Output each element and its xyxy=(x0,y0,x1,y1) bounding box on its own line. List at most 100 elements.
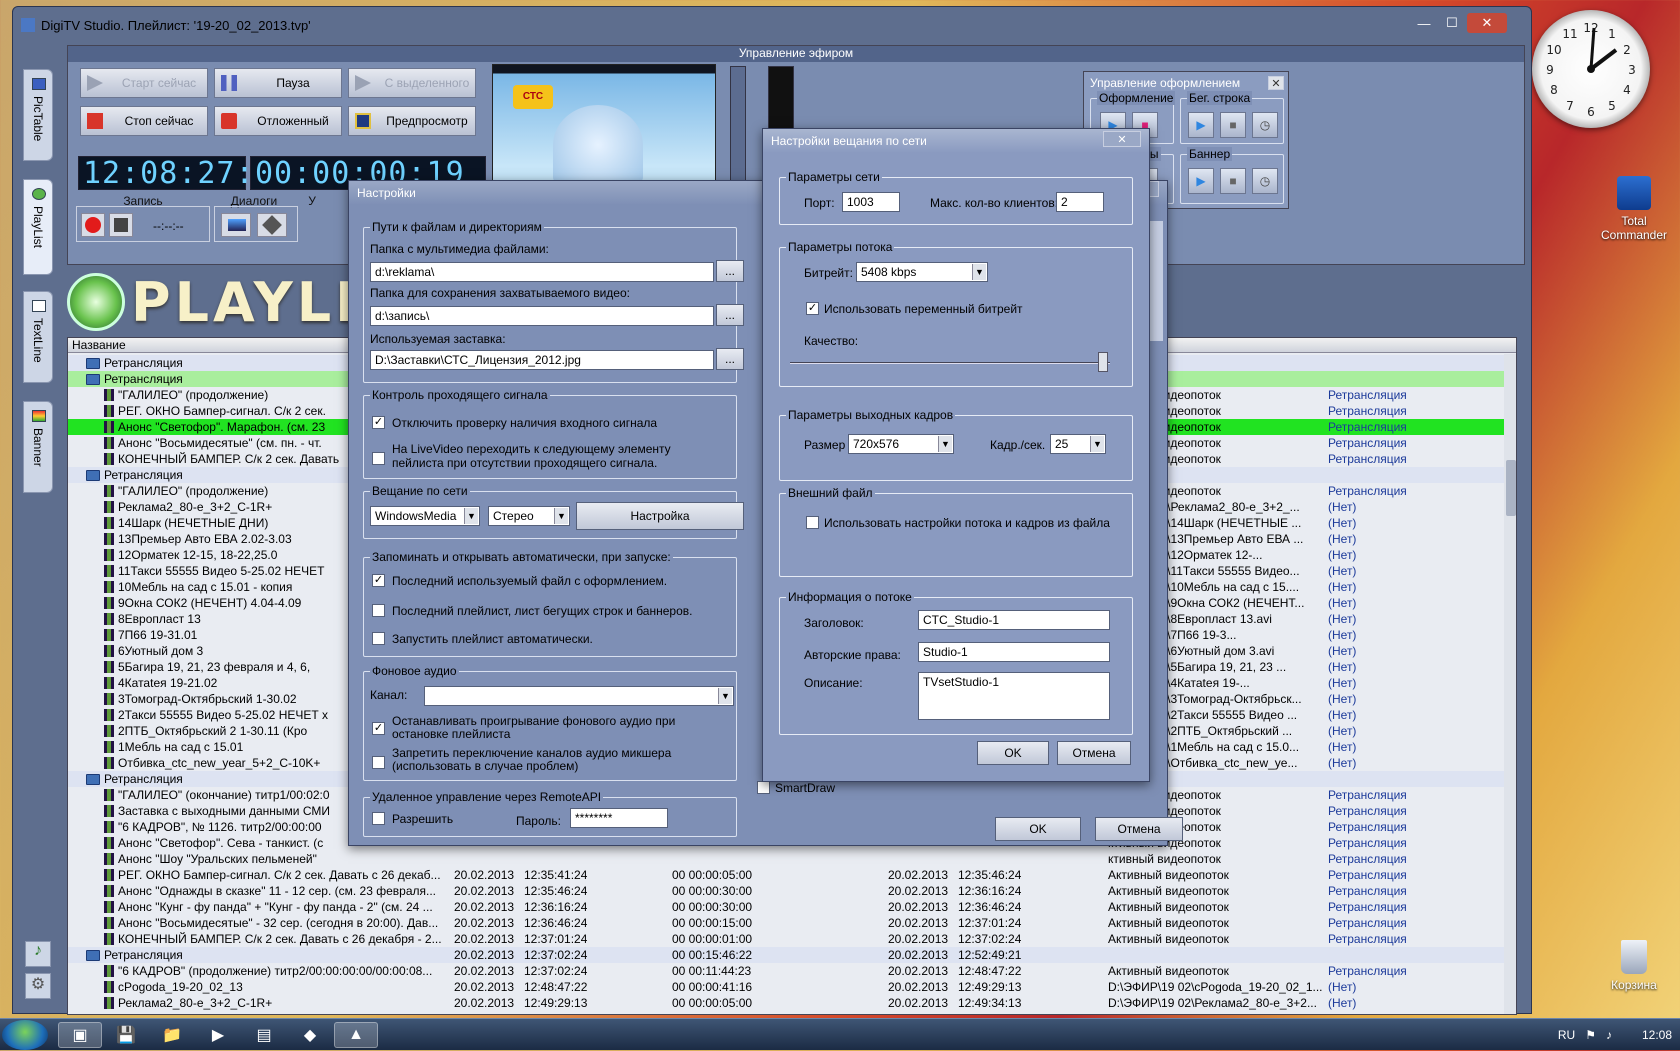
stop-now-button[interactable]: Стоп сейчас xyxy=(80,106,208,136)
media-browse-button[interactable]: ... xyxy=(716,260,744,282)
playlist-group-row[interactable]: Ретрансляция 20.02.2013 12:37:02:24 00 00:1… xyxy=(68,947,1504,963)
settings-ok-button[interactable]: OK xyxy=(995,817,1081,841)
video-file-icon xyxy=(104,997,114,1009)
playlist-item-row[interactable]: Анонс "Шоу "Уральских пельменей" ктивный … xyxy=(68,851,1504,867)
row-name: Анонс "Восьмидесятые" (см. пн. - чт. xyxy=(118,436,322,450)
playlist-item-row[interactable]: КОНЕЧНЫЙ БАМПЕР. С/к 2 сек. Давать с 26 … xyxy=(68,931,1504,947)
taskbar-digitv-icon[interactable]: ▣ xyxy=(58,1022,102,1048)
net-params-legend: Параметры сети xyxy=(786,170,882,184)
capture-folder-input[interactable]: d:\запись\ xyxy=(370,306,714,326)
stream-title-input[interactable]: CTC_Studio-1 xyxy=(918,610,1110,630)
port-input[interactable]: 1003 xyxy=(842,192,900,212)
gear-icon[interactable]: ⚙ xyxy=(25,973,51,999)
sidebar-tab-textline[interactable]: TextLine xyxy=(23,291,53,383)
taskbar-media-icon[interactable]: ▶ xyxy=(196,1022,240,1048)
music-note-icon[interactable]: ♪ xyxy=(25,941,51,967)
lock-mixer-checkbox[interactable] xyxy=(372,756,385,769)
audio-mode-select[interactable]: Стерео ▼ xyxy=(488,506,570,526)
design-close-icon[interactable]: ✕ xyxy=(1268,76,1284,90)
from-selected-button[interactable]: С выделенного xyxy=(348,68,476,98)
network-tray-icon[interactable]: ⚑ xyxy=(1585,1028,1596,1042)
sidebar-tab-pictable[interactable]: PicTable xyxy=(23,69,53,161)
playlist-item-row[interactable]: Анонс "Кунг - фу панда" + "Кунг - фу пан… xyxy=(68,899,1504,915)
frame-size-select[interactable]: 720x576 ▼ xyxy=(848,434,954,454)
record-button[interactable] xyxy=(81,213,105,237)
channel-select[interactable]: ▼ xyxy=(424,686,734,706)
connection-dialog-icon[interactable] xyxy=(257,213,287,237)
close-button[interactable]: ✕ xyxy=(1467,13,1507,33)
max-clients-input[interactable]: 2 xyxy=(1056,192,1104,212)
use-file-settings-checkbox[interactable] xyxy=(806,516,819,529)
stop-bg-audio-checkbox[interactable]: ✓ xyxy=(372,722,385,735)
start-button[interactable] xyxy=(2,1020,48,1050)
splash-input[interactable]: D:\Заставки\СТС_Лицензия_2012.jpg xyxy=(370,350,714,370)
last-playlist-checkbox[interactable] xyxy=(372,604,385,617)
playlist-item-row[interactable]: "6 КАДРОВ" (продолжение) титр2/00:00:00:… xyxy=(68,963,1504,979)
row-name: Заставка с выходными данными СМИ xyxy=(118,804,330,818)
fps-select[interactable]: 25 ▼ xyxy=(1050,434,1106,454)
settings-cancel-button[interactable]: Отмена xyxy=(1095,817,1183,841)
row-channel: Ретрансляция xyxy=(1328,419,1418,435)
banner-stop-icon[interactable]: ■ xyxy=(1220,168,1246,194)
ticker-timer-icon[interactable]: ◷ xyxy=(1252,112,1278,138)
media-folder-input[interactable]: d:\reklama\ xyxy=(370,262,714,282)
row-channel: (Нет) xyxy=(1328,692,1357,706)
network-cancel-button[interactable]: Отмена xyxy=(1057,741,1131,765)
taskbar-folder-icon[interactable]: 📁 xyxy=(150,1022,194,1048)
stop-bg-audio-label-2: остановке плейлиста xyxy=(392,727,511,741)
total-commander-icon[interactable]: Total Commander xyxy=(1594,176,1674,242)
row-st: 12:48:47:22 xyxy=(524,980,588,994)
codec-select[interactable]: WindowsMedia ▼ xyxy=(370,506,480,526)
delayed-button[interactable]: Отложенный xyxy=(214,106,342,136)
playlist-item-row[interactable]: Анонс "Однажды в сказке" 11 - 12 сер. (с… xyxy=(68,883,1504,899)
vertical-scrollbar[interactable] xyxy=(1504,354,1516,1014)
start-now-button[interactable]: Старт сейчас xyxy=(80,68,208,98)
last-design-file-checkbox[interactable]: ✓ xyxy=(372,574,385,587)
livevideo-skip-checkbox[interactable] xyxy=(372,452,385,465)
language-indicator[interactable]: RU xyxy=(1558,1028,1575,1042)
folder-icon xyxy=(86,358,100,369)
splash-browse-button[interactable]: ... xyxy=(716,348,744,370)
tray-clock[interactable]: 12:08 xyxy=(1642,1028,1672,1042)
sidebar-tab-banner[interactable]: Banner xyxy=(23,401,53,493)
volume-tray-icon[interactable]: ♪ xyxy=(1606,1028,1612,1042)
network-close-icon[interactable]: ✕ xyxy=(1103,131,1141,147)
description-input[interactable]: TVsetStudio-1 xyxy=(918,672,1110,720)
capture-browse-button[interactable]: ... xyxy=(716,304,744,326)
taskbar-document-icon[interactable]: ▤ xyxy=(242,1022,286,1048)
playlist-item-row[interactable]: cPogoda_19-20_02_13 20.02.2013 12:48:47:22… xyxy=(68,979,1504,995)
banner-timer-icon[interactable]: ◷ xyxy=(1252,168,1278,194)
maximize-button[interactable]: ☐ xyxy=(1439,13,1465,33)
minimize-button[interactable]: — xyxy=(1411,13,1437,33)
ticker-stop-icon[interactable]: ■ xyxy=(1220,112,1246,138)
bitrate-select[interactable]: 5408 kbps ▼ xyxy=(856,262,988,282)
autostart-playlist-checkbox[interactable] xyxy=(372,632,385,645)
stop-record-button[interactable] xyxy=(109,213,133,237)
copyright-input[interactable]: Studio-1 xyxy=(918,642,1110,662)
playlist-item-row[interactable]: Анонс "Восьмидесятые" - 32 сер. (сегодня… xyxy=(68,915,1504,931)
ticker-play-icon[interactable]: ▶ xyxy=(1188,112,1214,138)
preview-button[interactable]: Предпросмотр xyxy=(348,106,476,136)
vbr-checkbox[interactable]: ✓ xyxy=(806,302,819,315)
network-settings-button[interactable]: Настройка xyxy=(576,502,744,530)
remote-allow-checkbox[interactable] xyxy=(372,812,385,825)
taskbar-vlc-icon[interactable]: ▲ xyxy=(334,1022,378,1048)
splash-label: Используемая заставка: xyxy=(370,332,506,346)
playlist-item-row[interactable]: РЕГ. ОКНО Бампер-сигнал. С/к 2 сек. Дава… xyxy=(68,867,1504,883)
recycle-bin-icon[interactable]: Корзина xyxy=(1594,940,1674,992)
playlist-item-row[interactable]: Реклама2_80-е_3+2_С-1R+ 20.02.2013 12:49:2… xyxy=(68,995,1504,1011)
smartdraw-checkbox[interactable] xyxy=(757,781,770,794)
network-ok-button[interactable]: OK xyxy=(977,741,1049,765)
quality-slider-thumb[interactable] xyxy=(1098,352,1108,372)
password-input[interactable]: ******** xyxy=(570,808,668,828)
pause-button[interactable]: Пауза xyxy=(214,68,342,98)
image-dialog-icon[interactable] xyxy=(221,213,251,237)
taskbar-save-icon[interactable]: 💾 xyxy=(104,1022,148,1048)
quality-slider-track[interactable] xyxy=(790,362,1110,364)
media-folder-label: Папка с мультимедиа файлами: xyxy=(370,242,549,256)
banner-play-icon[interactable]: ▶ xyxy=(1188,168,1214,194)
sidebar-tab-playlist[interactable]: PlayList xyxy=(23,179,53,275)
taskbar-app-icon[interactable]: ◆ xyxy=(288,1022,332,1048)
pictable-icon xyxy=(32,78,46,90)
disable-signal-check-checkbox[interactable]: ✓ xyxy=(372,416,385,429)
